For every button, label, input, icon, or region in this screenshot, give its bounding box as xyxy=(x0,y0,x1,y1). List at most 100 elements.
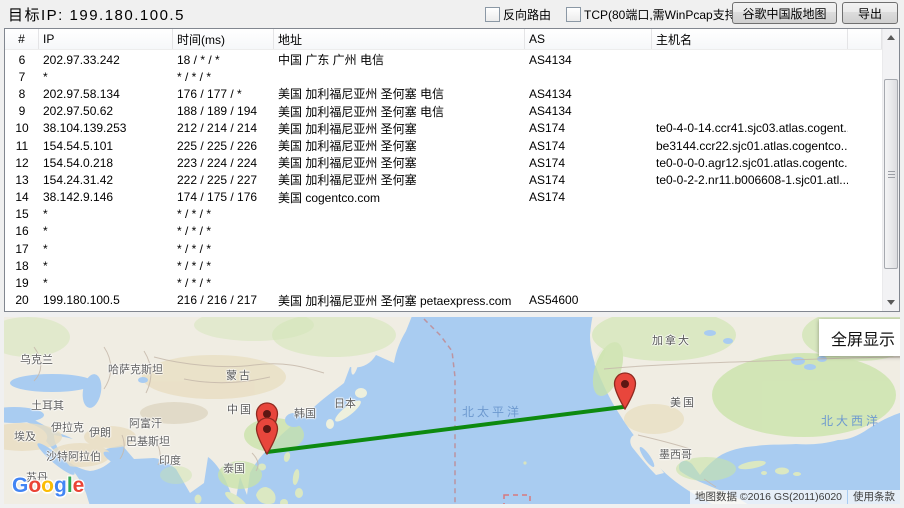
google-logo-letter: o xyxy=(41,474,54,497)
ocean-label: 北太平洋 xyxy=(462,403,522,420)
country-label: 日本 xyxy=(334,395,356,411)
cell-ip: * xyxy=(39,242,173,256)
cell-hop: 10 xyxy=(5,121,39,135)
table-row[interactable]: 9202.97.50.62188 / 189 / 194美国 加利福尼亚州 圣何… xyxy=(5,103,882,120)
cell-as: AS4134 xyxy=(525,104,652,118)
cell-hop: 17 xyxy=(5,242,39,256)
fullscreen-button[interactable]: 全屏显示 xyxy=(819,319,900,356)
country-label: 中国 xyxy=(227,401,253,417)
country-label: 印度 xyxy=(159,452,181,468)
col-location[interactable]: 地址 xyxy=(274,29,525,49)
cell-time: 225 / 225 / 226 xyxy=(173,139,274,153)
cell-time: 212 / 214 / 214 xyxy=(173,121,274,135)
cell-host: te0-0-0-0.agr12.sjc01.atlas.cogentc... xyxy=(652,156,848,170)
country-label: 阿富汗 xyxy=(129,415,162,431)
table-row[interactable]: 6202.97.33.24218 / * / *中国 广东 广州 电信AS413… xyxy=(5,51,882,68)
scroll-thumb[interactable] xyxy=(884,79,898,269)
tcp-label: TCP(80端口,需WinPcap支持) xyxy=(584,6,741,23)
col-as[interactable]: AS xyxy=(525,29,652,49)
google-cn-map-button[interactable]: 谷歌中国版地图 xyxy=(732,2,837,24)
trace-table: # IP 时间(ms) 地址 AS 主机名 6202.97.33.24218 /… xyxy=(4,28,900,312)
cell-as: AS174 xyxy=(525,173,652,187)
cell-hop: 12 xyxy=(5,156,39,170)
table-header[interactable]: # IP 时间(ms) 地址 AS 主机名 xyxy=(5,29,882,50)
table-row[interactable]: 1038.104.139.253212 / 214 / 214美国 加利福尼亚州… xyxy=(5,120,882,137)
table-row[interactable]: 15** / * / * xyxy=(5,206,882,223)
cell-time: * / * / * xyxy=(173,207,274,221)
cell-ip: 154.24.31.42 xyxy=(39,173,173,187)
country-label: 加拿大 xyxy=(652,332,691,348)
google-logo-letter: o xyxy=(28,474,41,497)
col-host[interactable]: 主机名 xyxy=(652,29,848,49)
cell-location: 美国 加利福尼亚州 圣何塞 xyxy=(274,120,525,137)
cell-location: 美国 加利福尼亚州 圣何塞 xyxy=(274,137,525,154)
col-hop[interactable]: # xyxy=(5,29,39,49)
san-jose-marker[interactable] xyxy=(613,372,637,410)
cell-ip: 199.180.100.5 xyxy=(39,293,173,307)
cell-time: * / * / * xyxy=(173,259,274,273)
table-row[interactable]: 18** / * / * xyxy=(5,257,882,274)
export-button[interactable]: 导出 xyxy=(842,2,898,24)
cell-time: 174 / 175 / 176 xyxy=(173,190,274,204)
tcp-checkbox[interactable]: TCP(80端口,需WinPcap支持) xyxy=(566,6,741,23)
besttrace-window: 目标IP: 199.180.100.5 反向路由 TCP(80端口,需WinPc… xyxy=(0,0,904,508)
checkbox-box-icon[interactable] xyxy=(566,7,581,22)
cell-location: 美国 加利福尼亚州 圣何塞 petaexpress.com xyxy=(274,292,525,309)
cell-time: * / * / * xyxy=(173,224,274,238)
table-row[interactable]: 1438.142.9.146174 / 175 / 176美国 cogentco… xyxy=(5,189,882,206)
checkbox-box-icon[interactable] xyxy=(485,7,500,22)
country-label: 巴基斯坦 xyxy=(126,433,170,449)
cell-hop: 6 xyxy=(5,53,39,67)
country-label: 蒙古 xyxy=(226,367,252,383)
cell-as: AS174 xyxy=(525,121,652,135)
map-attribution-bar: 地图数据 ©2016 GS(2011)6020 使用条款 xyxy=(690,490,900,504)
google-logo[interactable]: Google xyxy=(12,474,84,498)
cell-ip: 38.104.139.253 xyxy=(39,121,173,135)
cell-time: * / * / * xyxy=(173,276,274,290)
cell-hop: 20 xyxy=(5,293,39,307)
col-ip[interactable]: IP xyxy=(39,29,173,49)
scroll-up-button[interactable] xyxy=(883,29,899,46)
cell-as: AS4134 xyxy=(525,53,652,67)
route-map[interactable]: 乌克兰哈萨克斯坦蒙古土耳其中国韩国日本伊拉克伊朗阿富汗巴基斯坦埃及沙特阿拉伯印度… xyxy=(4,317,900,504)
google-logo-letter: e xyxy=(73,474,85,497)
table-row[interactable]: 17** / * / * xyxy=(5,240,882,257)
cell-hop: 15 xyxy=(5,207,39,221)
table-body: 6202.97.33.24218 / * / *中国 广东 广州 电信AS413… xyxy=(5,51,882,309)
table-row[interactable]: 8202.97.58.134176 / 177 / *美国 加利福尼亚州 圣何塞… xyxy=(5,85,882,102)
cell-time: * / * / * xyxy=(173,70,274,84)
col-time[interactable]: 时间(ms) xyxy=(173,29,274,49)
country-label: 土耳其 xyxy=(31,397,64,413)
cell-host: te0-0-2-2.nr11.b006608-1.sjc01.atl... xyxy=(652,173,848,187)
target-ip-label: 目标IP: 199.180.100.5 xyxy=(8,4,185,25)
country-label: 埃及 xyxy=(14,428,36,444)
scroll-down-button[interactable] xyxy=(883,294,899,311)
cell-hop: 7 xyxy=(5,70,39,84)
table-row[interactable]: 13154.24.31.42222 / 225 / 227美国 加利福尼亚州 圣… xyxy=(5,171,882,188)
cell-ip: * xyxy=(39,207,173,221)
cell-hop: 14 xyxy=(5,190,39,204)
cell-time: 176 / 177 / * xyxy=(173,87,274,101)
reverse-route-checkbox[interactable]: 反向路由 xyxy=(485,6,551,23)
table-row[interactable]: 7** / * / * xyxy=(5,68,882,85)
china-hop-marker-lower[interactable] xyxy=(255,417,279,455)
cell-time: 216 / 216 / 217 xyxy=(173,293,274,307)
toolbar: 目标IP: 199.180.100.5 反向路由 TCP(80端口,需WinPc… xyxy=(0,0,904,28)
cell-time: 222 / 225 / 227 xyxy=(173,173,274,187)
table-row[interactable]: 20199.180.100.5216 / 216 / 217美国 加利福尼亚州 … xyxy=(5,292,882,309)
cell-as: AS54600 xyxy=(525,293,652,307)
table-row[interactable]: 19** / * / * xyxy=(5,274,882,291)
cell-hop: 11 xyxy=(5,139,39,153)
table-row[interactable]: 11154.54.5.101225 / 225 / 226美国 加利福尼亚州 圣… xyxy=(5,137,882,154)
terms-of-use-link[interactable]: 使用条款 xyxy=(848,490,900,504)
cell-location: 美国 cogentco.com xyxy=(274,189,525,206)
cell-hop: 16 xyxy=(5,224,39,238)
arrow-up-icon xyxy=(887,35,895,40)
thumb-grip-icon xyxy=(888,174,895,175)
cell-hop: 8 xyxy=(5,87,39,101)
table-row[interactable]: 12154.54.0.218223 / 224 / 224美国 加利福尼亚州 圣… xyxy=(5,154,882,171)
table-row[interactable]: 16** / * / * xyxy=(5,223,882,240)
cell-location: 中国 广东 广州 电信 xyxy=(274,51,525,68)
cell-hop: 18 xyxy=(5,259,39,273)
table-scrollbar[interactable] xyxy=(882,29,899,311)
